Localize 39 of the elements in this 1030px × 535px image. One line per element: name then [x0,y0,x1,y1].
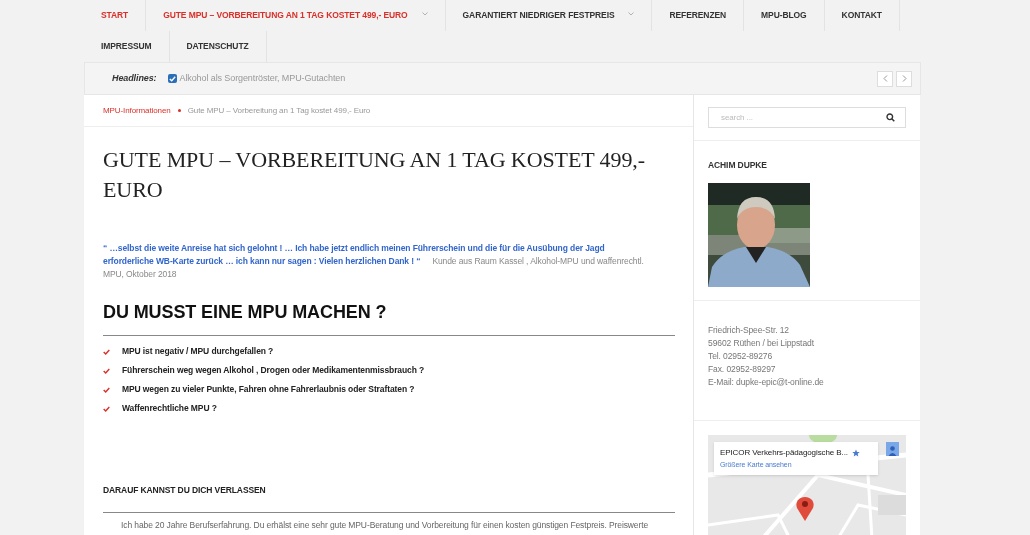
body-paragraph: Ich habe 20 Jahre Berufserfahrung. Du erhälst eine sehr gute MPU-Beratung und Vorbereitung für einen kosten günstigen Festpreis. Preiswerte [121,519,650,531]
check-icon [103,367,110,374]
account-button[interactable] [886,442,899,456]
chevron-right-icon [901,75,907,82]
place-name: EPICOR Verkehrs-pädagogische B... [720,447,848,459]
address-line: Friedrich-Spee-Str. 12 [708,324,790,337]
testimonial-quote: “ …selbst die weite Anreise hat sich gelohnt ! … Ich habe jetzt endlich meinen Führerschein und die für die Ausübung der Jagd erforderliche WB-Karte zurück … ich kann nur sagen : Vielen herzlichen Dank ! “ Kunde aus Raum Kassel , Alkohol-MPU und waffenrechtl. MPU, Oktober 2018 [103,242,645,281]
breadcrumb-current: Gute MPU – Vorbereitung an 1 Tag kostet 499,- Euro [187,104,371,117]
checklist-item: Waffenrechtliche MPU ? [122,402,217,415]
checklist-item: MPU wegen zu vieler Punkte, Fahren ohne Fahrerlaubnis oder Straftaten ? [122,383,415,396]
address-line: E-Mail: dupke-epic@t-online.de [708,376,825,389]
nav-link[interactable]: GARANTIERT NIEDRIGER FESTPREIS [445,0,653,31]
page-title: GUTE MPU – VORBEREITUNG AN 1 TAG KOSTET 499,- EURO [103,146,646,204]
check-icon [103,386,110,393]
check-icon [103,405,110,412]
chevron-left-icon [882,75,888,82]
check-icon [103,348,110,355]
nav-link[interactable]: MPU-BLOG [744,0,825,31]
checkbox[interactable] [167,74,177,83]
checklist-item: MPU ist negativ / MPU durchgefallen ? [122,345,274,358]
widget-title: ACHIM DUPKE [708,159,768,172]
section-heading: DU MUSST EINE MPU MACHEN ? [103,301,388,323]
search-input[interactable]: search ... [721,111,886,124]
headlines-label: Headlines: [112,71,157,85]
address-line: 59602 Rüthen / bei Lippstadt [708,337,815,350]
address-line: Tel. 02952-89276 [708,350,774,363]
nav-link[interactable]: REFERENZEN [652,0,745,31]
nav-link[interactable]: GUTE MPU – VORBEREITUNG AN 1 TAG KOSTET 499,- EURO [146,0,446,31]
nav-link[interactable]: KONTAKT [824,0,900,31]
section-subheading: DARAUF KANNST DU DICH VERLASSEN [103,484,267,497]
checklist-item: Führerschein weg wegen Alkohol , Drogen oder Medikamentenmissbrauch ? [122,364,425,377]
person-icon [888,445,897,456]
search-icon[interactable] [886,113,895,122]
breadcrumb-link[interactable]: MPU-Informationen [103,104,171,117]
breadcrumb-separator [177,109,181,112]
search-field[interactable]: search ... [708,107,906,128]
address-line: Fax. 02952-89297 [708,363,777,376]
nav-link[interactable]: START [84,0,147,31]
star-icon[interactable] [851,449,860,457]
